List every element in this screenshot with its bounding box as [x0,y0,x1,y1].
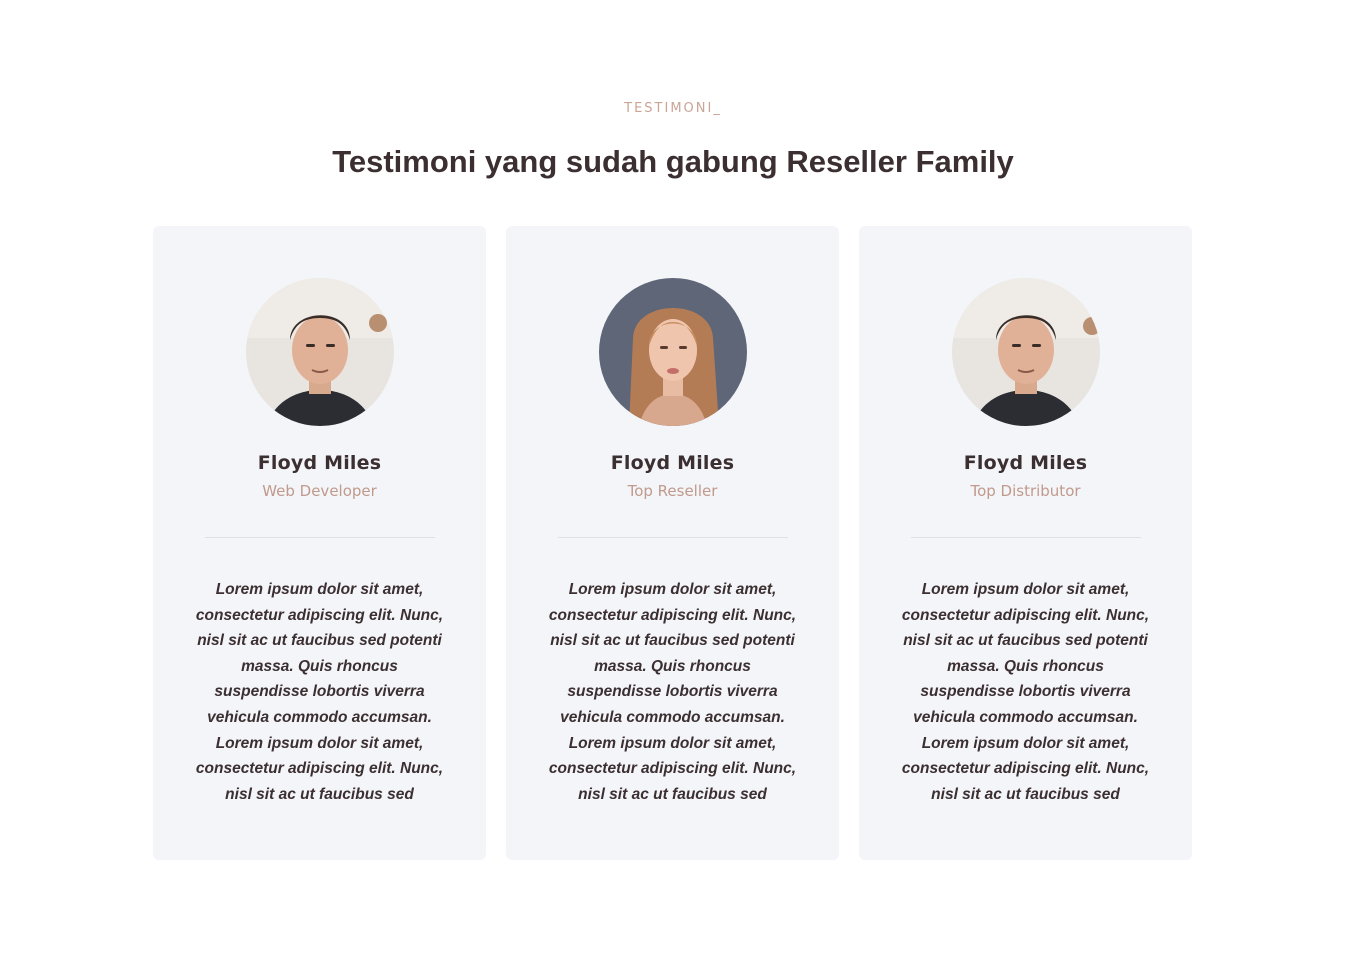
person-name: Floyd Miles [610,452,735,474]
testimonial-card: Floyd Miles Top Distributor Lorem ipsum … [859,226,1192,860]
divider [910,537,1141,538]
person-role: Top Reseller [627,482,718,500]
testimonial-quote: Lorem ipsum dolor sit amet, consectetur … [195,581,444,803]
testimonial-quote: Lorem ipsum dolor sit amet, consectetur … [548,581,797,803]
person-name: Floyd Miles [963,452,1088,474]
divider [204,537,435,538]
avatar [245,278,394,426]
testimonial-section: TESTIMONI_ Testimoni yang sudah gabung R… [0,0,1346,961]
testimonial-cards: Floyd Miles Web Developer Lorem ipsum do… [153,226,1192,860]
testimonial-card: Floyd Miles Web Developer Lorem ipsum do… [153,226,486,860]
section-title: Testimoni yang sudah gabung Reseller Fam… [332,144,1014,179]
testimonial-card: Floyd Miles Top Reseller Lorem ipsum dol… [506,226,839,860]
person-role: Web Developer [262,482,377,500]
person-role: Top Distributor [970,482,1081,500]
divider [557,537,788,538]
person-name: Floyd Miles [257,452,382,474]
avatar [951,278,1100,426]
avatar [598,278,747,426]
testimonial-quote: Lorem ipsum dolor sit amet, consectetur … [901,581,1150,803]
section-eyebrow: TESTIMONI_ [624,101,722,116]
